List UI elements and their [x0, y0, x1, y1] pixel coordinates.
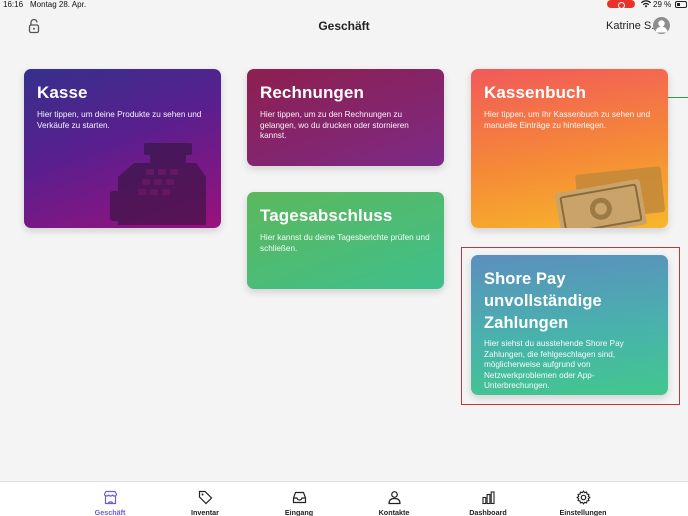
tab-eingang[interactable]: Eingang	[264, 482, 334, 516]
card-description: Hier tippen, um Ihr Kassenbuch zu sehen …	[484, 110, 651, 130]
card-rechnungen[interactable]: Rechnungen Hier tippen, um zu den Rechnu…	[247, 69, 444, 166]
card-title: Tagesabschluss	[260, 206, 393, 225]
status-time: 16:16	[3, 0, 24, 9]
card-kassenbuch[interactable]: Kassenbuch Hier tippen, um Ihr Kassenbuc…	[471, 69, 668, 228]
tab-label: Eingang	[284, 508, 314, 516]
store-icon	[103, 490, 118, 505]
status-date: Montag 28. Apr.	[30, 0, 87, 9]
banknotes-icon	[555, 166, 665, 228]
card-description: Hier tippen, um zu den Rechnungen zu gel…	[260, 110, 409, 141]
tab-label: Inventar	[191, 508, 219, 516]
page-title: Geschäft	[318, 19, 370, 33]
tab-geschaeft[interactable]: Geschäft	[75, 482, 145, 516]
app-header: Geschäft Katrine S.	[0, 10, 688, 46]
status-bar: 16:16 Montag 28. Apr. 29 %	[0, 0, 688, 10]
screen-recording-icon	[607, 0, 635, 9]
card-title: Rechnungen	[260, 83, 364, 102]
wifi-icon	[641, 0, 651, 10]
card-title: Kasse	[37, 83, 88, 102]
battery-icon	[675, 1, 687, 8]
person-icon	[387, 490, 402, 505]
tab-kontakte[interactable]: Kontakte	[359, 482, 429, 516]
user-avatar-icon[interactable]	[653, 17, 670, 34]
tab-dashboard[interactable]: Dashboard	[453, 482, 523, 516]
card-title: Kassenbuch	[484, 83, 587, 102]
card-description: Hier kannst du deine Tagesberichte prüfe…	[260, 233, 430, 253]
tab-label: Dashboard	[469, 508, 507, 516]
tab-label: Kontakte	[378, 508, 410, 516]
tab-label: Einstellungen	[559, 508, 607, 516]
tab-einstellungen[interactable]: Einstellungen	[548, 482, 618, 516]
gear-icon	[576, 490, 591, 505]
user-name[interactable]: Katrine S.	[606, 20, 654, 32]
card-kasse[interactable]: Kasse Hier tippen, um deine Produkte zu …	[24, 69, 221, 228]
tab-inventar[interactable]: Inventar	[170, 482, 240, 516]
tab-label: Geschäft	[94, 508, 126, 516]
battery-percent: 29 %	[653, 0, 672, 9]
tab-bar: Geschäft Inventar Eingang Kontakte Dashb…	[0, 481, 688, 516]
inbox-icon	[292, 490, 307, 505]
card-description: Hier tippen, um deine Produkte zu sehen …	[37, 110, 202, 130]
cash-register-icon	[110, 143, 206, 225]
card-tagesabschluss[interactable]: Tagesabschluss Hier kannst du deine Tage…	[247, 192, 444, 289]
highlight-frame	[461, 247, 680, 405]
tag-icon	[198, 490, 213, 505]
bar-chart-icon	[481, 490, 496, 505]
